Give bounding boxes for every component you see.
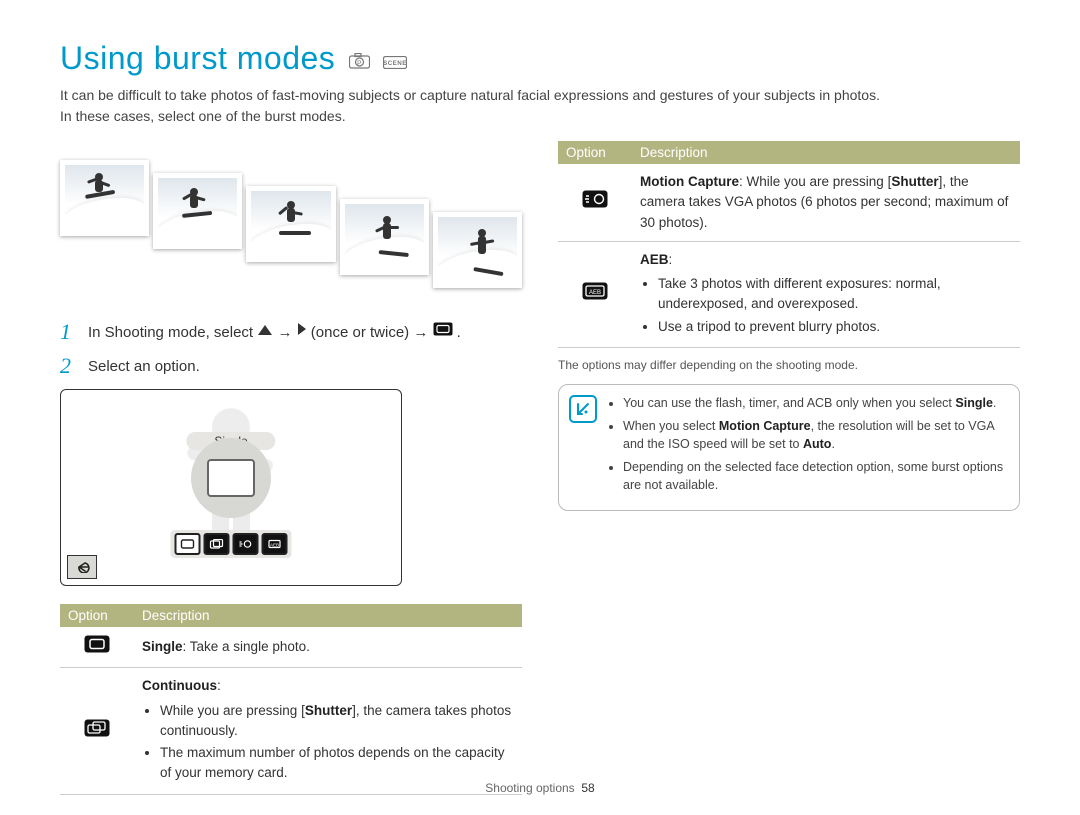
mode-icon-camera-p: P — [349, 40, 370, 77]
motion-capture-mode-icon — [558, 164, 632, 241]
mode-icon-scene: SCENE — [383, 40, 407, 77]
option-name: Motion Capture — [640, 174, 739, 189]
svg-text:AEB: AEB — [589, 290, 601, 296]
mode-single-icon[interactable] — [175, 533, 201, 555]
burst-thumb — [153, 173, 242, 249]
table-row: Motion Capture: While you are pressing [… — [558, 164, 1020, 241]
title-text: Using burst modes — [60, 40, 335, 76]
callout-bold: Single — [955, 396, 993, 410]
aeb-description: AEB: Take 3 photos with different exposu… — [632, 241, 1020, 347]
bullet: Take 3 photos with different exposures: … — [658, 274, 1012, 315]
aeb-mode-icon: AEB — [558, 241, 632, 347]
right-chevron-icon — [297, 320, 307, 344]
burst-thumbnail-strip — [60, 161, 522, 291]
mode-motion-capture-icon[interactable] — [233, 533, 259, 555]
callout-bold: Auto — [803, 437, 831, 451]
callout-item: When you select Motion Capture, the reso… — [623, 418, 1007, 453]
svg-text:P: P — [357, 60, 362, 67]
option-bullets: Take 3 photos with different exposures: … — [640, 274, 1012, 337]
burst-thumb — [60, 160, 149, 236]
step-1-text-c: . — [457, 324, 461, 341]
intro-line-1: It can be difficult to take photos of fa… — [60, 87, 880, 103]
back-arrow-icon — [74, 561, 90, 573]
step-1-text-b: (once or twice) → — [311, 324, 433, 341]
left-options-table: Option Description Single: Take a single… — [60, 604, 522, 795]
mode-continuous-icon[interactable] — [204, 533, 230, 555]
callout-item: Depending on the selected face detection… — [623, 459, 1007, 494]
step-2: 2 Select an option. — [60, 355, 522, 379]
col-header-description: Description — [134, 604, 522, 627]
option-text: : — [217, 678, 221, 693]
col-header-description: Description — [632, 141, 1020, 164]
step-1-arrow-1: → — [277, 324, 296, 341]
burst-thumb — [340, 199, 429, 275]
single-mode-icon — [60, 627, 134, 668]
step-1: 1 In Shooting mode, select → (once or tw… — [60, 321, 522, 345]
bullet: Use a tripod to prevent blurry photos. — [658, 317, 1012, 337]
back-button[interactable] — [67, 555, 97, 579]
step-1-body: In Shooting mode, select → (once or twic… — [88, 321, 522, 345]
callout-bold: Motion Capture — [719, 419, 811, 433]
callout-text: When you select — [623, 419, 719, 433]
options-vary-note: The options may differ depending on the … — [558, 358, 1020, 372]
selected-mode-indicator — [191, 438, 271, 518]
bullet: The maximum number of photos depends on … — [160, 743, 514, 784]
table-row: AEB AEB: Take 3 photos with different ex… — [558, 241, 1020, 347]
col-header-option: Option — [558, 141, 632, 164]
option-name: Single — [142, 639, 183, 654]
page-footer: Shooting options 58 — [0, 781, 1080, 795]
right-options-table: Option Description Motion Capture: While… — [558, 141, 1020, 348]
callout-text: You can use the flash, timer, and ACB on… — [623, 396, 955, 410]
callout-list: You can use the flash, timer, and ACB on… — [607, 395, 1007, 501]
page-title: Using burst modes P SCENE — [60, 40, 1020, 79]
single-mode-icon — [433, 320, 453, 344]
footer-section: Shooting options — [485, 781, 574, 795]
mode-aeb-icon[interactable]: AEB — [262, 533, 288, 555]
step-1-text-a: In Shooting mode, select — [88, 324, 257, 341]
option-name: Continuous — [142, 678, 217, 693]
continuous-mode-icon — [60, 668, 134, 794]
col-header-option: Option — [60, 604, 134, 627]
motion-capture-description: Motion Capture: While you are pressing [… — [632, 164, 1020, 241]
bullet: While you are pressing [Shutter], the ca… — [160, 701, 514, 742]
burst-thumb — [433, 212, 522, 288]
info-callout: You can use the flash, timer, and ACB on… — [558, 384, 1020, 512]
step-number: 1 — [60, 321, 78, 345]
burst-thumb — [246, 186, 335, 262]
step-number: 2 — [60, 355, 78, 379]
table-row: Continuous: While you are pressing [Shut… — [60, 668, 522, 794]
svg-text:SCENE: SCENE — [383, 60, 407, 67]
callout-item: You can use the flash, timer, and ACB on… — [623, 395, 1007, 413]
mode-switcher: AEB — [171, 530, 292, 558]
table-row: Single: Take a single photo. — [60, 627, 522, 668]
step-2-body: Select an option. — [88, 355, 522, 379]
info-icon — [569, 395, 597, 423]
option-text: : Take a single photo. — [183, 639, 310, 654]
callout-text: . — [831, 437, 834, 451]
up-arrow-icon — [257, 320, 273, 344]
callout-text: . — [993, 396, 996, 410]
option-text: : — [669, 252, 673, 267]
intro-paragraph: It can be difficult to take photos of fa… — [60, 85, 1020, 127]
single-description: Single: Take a single photo. — [134, 627, 522, 668]
option-bullets: While you are pressing [Shutter], the ca… — [142, 701, 514, 784]
intro-line-2: In these cases, select one of the burst … — [60, 108, 346, 124]
camera-screen-mock: Single AEB — [60, 389, 402, 586]
svg-text:AEB: AEB — [270, 543, 279, 548]
page-number: 58 — [581, 781, 594, 795]
photo-icon — [207, 459, 255, 497]
option-name: AEB — [640, 252, 669, 267]
continuous-description: Continuous: While you are pressing [Shut… — [134, 668, 522, 794]
